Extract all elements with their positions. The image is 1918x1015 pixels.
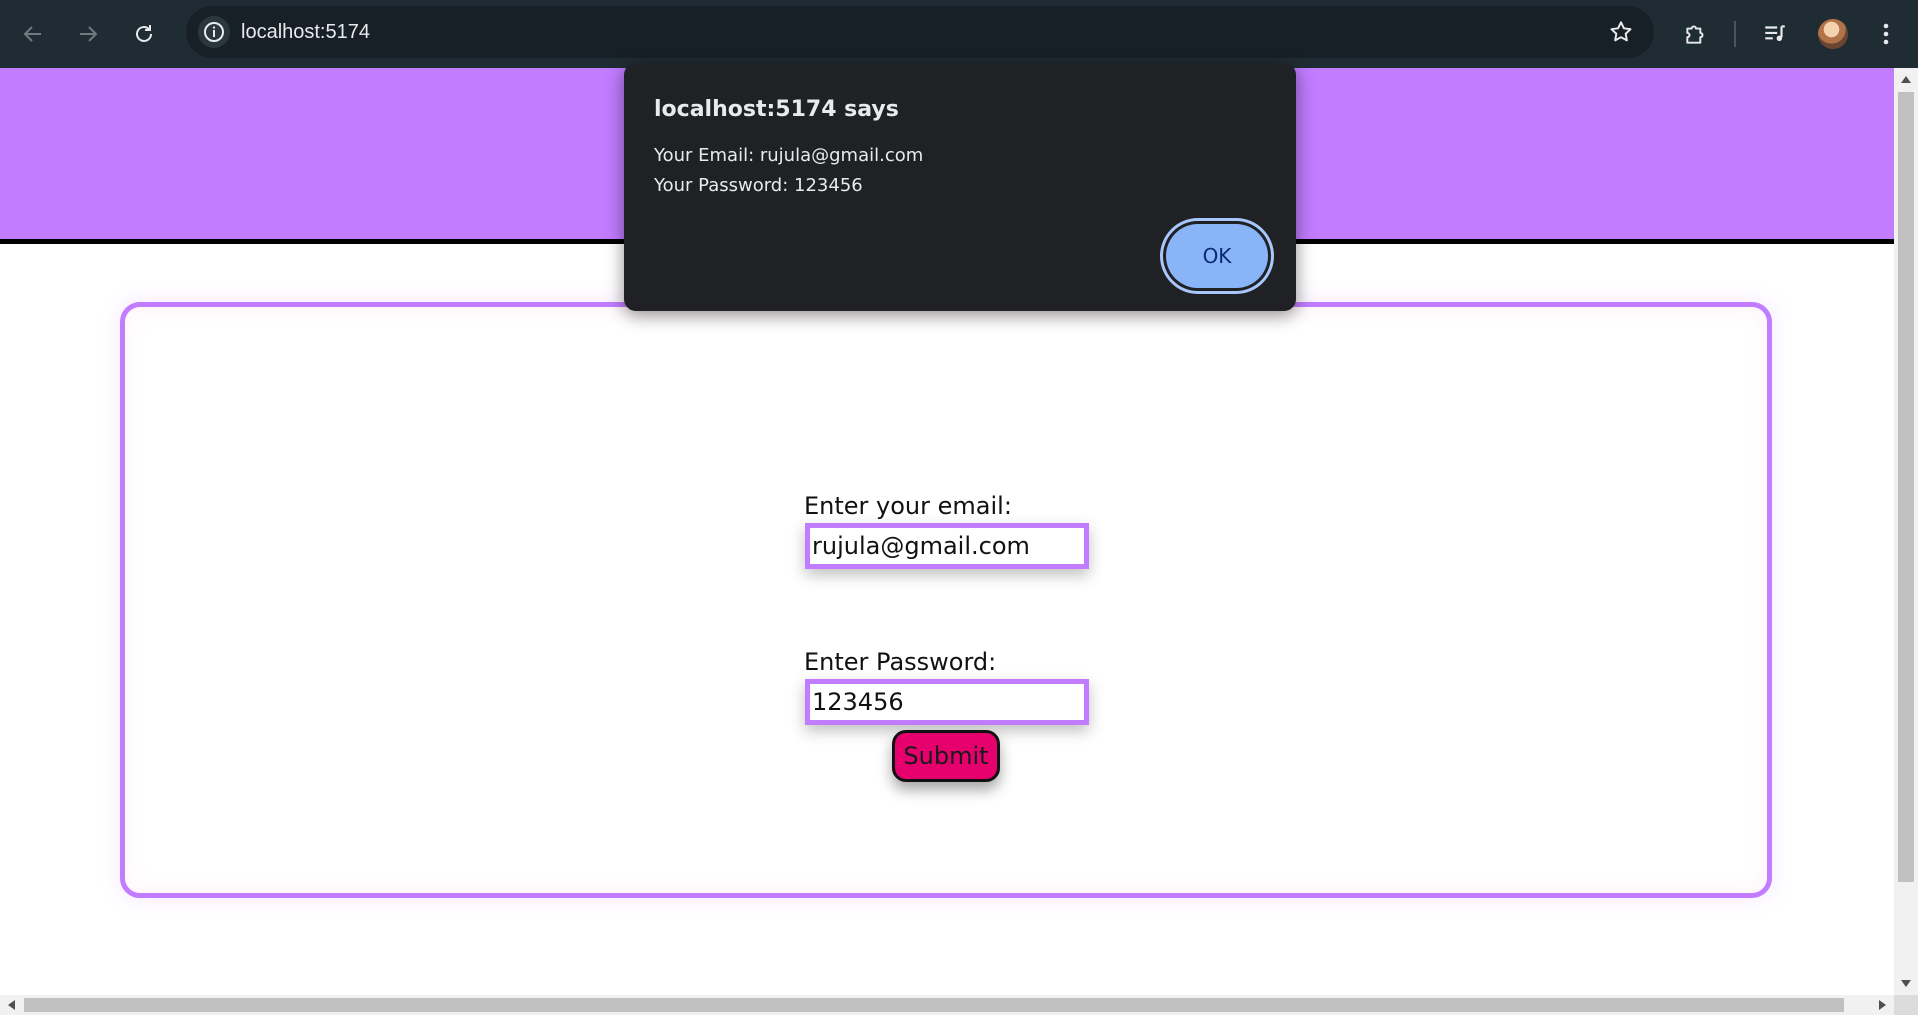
url-text[interactable]: localhost:5174 bbox=[241, 6, 370, 58]
bookmark-button[interactable] bbox=[1608, 19, 1634, 45]
playlist-icon bbox=[1765, 25, 1785, 42]
reload-icon bbox=[136, 25, 152, 42]
alert-ok-button[interactable]: OK bbox=[1166, 224, 1268, 288]
profile-avatar[interactable] bbox=[1818, 19, 1848, 49]
extensions-button[interactable] bbox=[1679, 17, 1713, 51]
back-button[interactable] bbox=[16, 17, 50, 51]
media-control-button[interactable] bbox=[1758, 17, 1792, 51]
reload-button[interactable] bbox=[127, 17, 161, 51]
vertical-scrollbar[interactable] bbox=[1894, 68, 1918, 995]
email-field[interactable] bbox=[805, 523, 1089, 569]
kebab-menu-icon bbox=[1883, 23, 1889, 45]
arrow-left-icon bbox=[23, 26, 41, 42]
forward-button[interactable] bbox=[71, 17, 105, 51]
alert-email-line: Your Email: rujula@gmail.com bbox=[654, 145, 924, 166]
vertical-scroll-thumb[interactable] bbox=[1898, 92, 1914, 882]
puzzle-icon bbox=[1686, 25, 1704, 44]
scroll-down-icon[interactable] bbox=[1901, 980, 1911, 987]
email-label: Enter your email: bbox=[804, 492, 1012, 520]
alert-title: localhost:5174 says bbox=[654, 97, 899, 122]
scrollbar-corner bbox=[1894, 995, 1918, 1015]
alert-dialog: localhost:5174 says Your Email: rujula@g… bbox=[624, 63, 1296, 311]
password-field[interactable] bbox=[805, 679, 1089, 725]
address-bar[interactable]: localhost:5174 bbox=[186, 6, 1654, 58]
password-label: Enter Password: bbox=[804, 648, 997, 676]
star-icon bbox=[1610, 21, 1632, 42]
alert-password-line: Your Password: 123456 bbox=[654, 175, 863, 196]
scroll-up-icon[interactable] bbox=[1901, 76, 1911, 83]
toolbar-divider bbox=[1734, 21, 1736, 47]
scroll-left-icon[interactable] bbox=[8, 1000, 15, 1010]
submit-button[interactable]: Submit bbox=[892, 730, 1000, 782]
info-icon bbox=[204, 22, 224, 42]
browser-menu-button[interactable] bbox=[1869, 17, 1903, 51]
login-form-card bbox=[120, 302, 1772, 898]
horizontal-scrollbar[interactable] bbox=[0, 995, 1894, 1015]
browser-toolbar: localhost:5174 bbox=[0, 0, 1918, 68]
scroll-right-icon[interactable] bbox=[1879, 1000, 1886, 1010]
site-info-button[interactable] bbox=[198, 16, 230, 48]
arrow-right-icon bbox=[80, 26, 98, 42]
horizontal-scroll-thumb[interactable] bbox=[24, 998, 1844, 1012]
